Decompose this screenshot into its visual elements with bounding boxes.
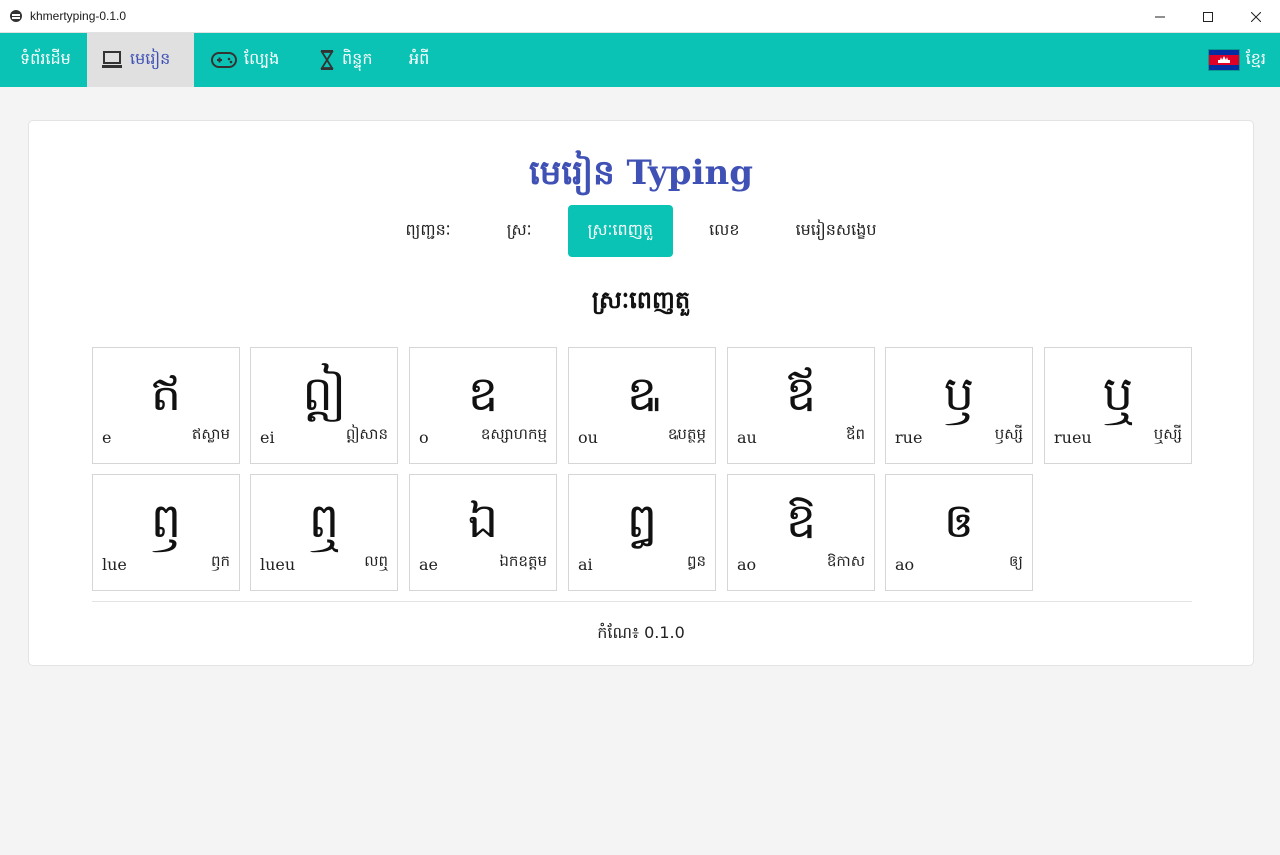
key-glyph: ឦ xyxy=(302,366,346,422)
key-card[interactable]: ឯ ae ឯកឧត្តម xyxy=(409,474,557,591)
key-roman: lue xyxy=(102,555,127,574)
key-card[interactable]: ឰ ai ឰន xyxy=(568,474,716,591)
key-glyph: ឫ xyxy=(943,366,975,422)
key-glyph: ឯ xyxy=(467,493,499,549)
key-example: ឭក xyxy=(210,552,230,570)
key-glyph: ឲ xyxy=(943,493,975,549)
tab-summary[interactable]: មេរៀនសង្ខេប xyxy=(776,205,897,257)
app-icon xyxy=(10,10,22,22)
key-example: ឫស្សី xyxy=(994,425,1023,443)
key-roman: ou xyxy=(578,428,598,447)
lesson-card: មេរៀន Typing ព្យញ្ជនៈ ស្រៈ ស្រៈពេញតួ លេខ… xyxy=(28,120,1254,666)
key-glyph: ឱ xyxy=(785,493,817,549)
key-glyph: ឮ xyxy=(308,493,340,549)
nav-about[interactable]: អំពី xyxy=(395,33,443,87)
key-example: ឬស្សី xyxy=(1153,425,1182,443)
key-roman: au xyxy=(737,428,757,447)
language-selector[interactable]: ខ្មែរ xyxy=(1207,33,1266,87)
key-card[interactable]: ឭ lue ឭក xyxy=(92,474,240,591)
nav-about-label: អំពី xyxy=(409,49,430,68)
key-glyph: ឥ xyxy=(150,366,182,422)
hourglass-icon xyxy=(320,50,334,70)
maximize-icon xyxy=(1203,11,1213,22)
laptop-icon xyxy=(102,51,122,68)
key-roman: lueu xyxy=(260,555,296,574)
section-title: ស្រៈពេញតួ xyxy=(591,286,691,314)
minimize-icon xyxy=(1155,16,1165,17)
lesson-tabs: ព្យញ្ជនៈ ស្រៈ ស្រៈពេញតួ លេខ មេរៀនសង្ខេប xyxy=(29,205,1253,257)
nav-scores-label: ពិន្ទុក xyxy=(342,49,373,68)
key-glyph: ឰ xyxy=(626,493,658,549)
key-glyph: ឬ xyxy=(1102,366,1134,422)
key-example: លឮ xyxy=(364,552,388,570)
tab-numbers[interactable]: លេខ xyxy=(689,205,759,257)
key-example: ឦសាន xyxy=(345,425,388,443)
minimize-button[interactable] xyxy=(1136,0,1184,33)
key-card[interactable]: ឧ o ឧស្សាហកម្ម xyxy=(409,347,557,464)
key-glyph: ឭ xyxy=(150,493,182,549)
key-roman: rueu xyxy=(1054,428,1092,447)
tab-independent-vowels[interactable]: ស្រៈពេញតួ xyxy=(567,205,674,257)
key-roman: ae xyxy=(419,555,439,574)
nav-games-label: ល្បែង xyxy=(244,49,280,68)
key-roman: ao xyxy=(895,555,915,574)
divider xyxy=(92,601,1192,602)
window-title: khmertyping-0.1.0 xyxy=(30,9,127,23)
key-example: ឯកឧត្តម xyxy=(499,552,547,570)
gamepad-icon xyxy=(211,52,237,68)
language-label: ខ្មែរ xyxy=(1245,49,1266,68)
key-example: ឰន xyxy=(686,552,706,570)
key-glyph: ឩ xyxy=(626,366,658,422)
key-roman: ei xyxy=(260,428,275,447)
version-label: កំណែ៖ 0.1.0 xyxy=(597,623,685,642)
key-glyph: ឪ xyxy=(785,366,817,422)
nav-home[interactable]: ទំព័រដើម xyxy=(6,33,85,87)
nav-scores[interactable]: ពិន្ទុក xyxy=(305,33,386,87)
nav-games[interactable]: ល្បែង xyxy=(197,33,293,87)
cambodia-flag-icon xyxy=(1207,49,1240,71)
page-title: មេរៀន Typing xyxy=(528,153,753,193)
key-card[interactable]: ឥ e ឥស្លាម xyxy=(92,347,240,464)
key-example: ឱកាស xyxy=(826,552,865,570)
key-glyph: ឧ xyxy=(467,366,499,422)
key-card[interactable]: ឫ rue ឫស្សី xyxy=(885,347,1033,464)
nav-lessons-label: មេរៀន xyxy=(130,49,171,68)
nav-home-label: ទំព័រដើម xyxy=(20,49,71,68)
key-example: ឩបត្ថម្ភ xyxy=(667,425,706,443)
key-example: ឧស្សាហកម្ម xyxy=(480,425,547,443)
key-card[interactable]: ឮ lueu លឮ xyxy=(250,474,398,591)
key-roman: ai xyxy=(578,555,593,574)
tab-consonants[interactable]: ព្យញ្ជនៈ xyxy=(385,205,470,257)
key-roman: ao xyxy=(737,555,757,574)
tab-vowels[interactable]: ស្រៈ xyxy=(487,205,552,257)
main-navbar: ទំព័រដើម មេរៀន ល្បែង ពិន្ទុក អំពី ខ្មែរ xyxy=(0,33,1280,87)
close-icon xyxy=(1251,11,1261,22)
key-card[interactable]: ឬ rueu ឬស្សី xyxy=(1044,347,1192,464)
key-card[interactable]: ឪ au ឪព xyxy=(727,347,875,464)
key-card[interactable]: ឩ ou ឩបត្ថម្ភ xyxy=(568,347,716,464)
key-card[interactable]: ឱ ao ឱកាស xyxy=(727,474,875,591)
key-roman: o xyxy=(419,428,429,447)
key-card[interactable]: ឦ ei ឦសាន xyxy=(250,347,398,464)
title-bar: khmertyping-0.1.0 xyxy=(0,0,1280,33)
close-button[interactable] xyxy=(1232,0,1280,33)
nav-lessons[interactable]: មេរៀន xyxy=(87,33,194,87)
maximize-button[interactable] xyxy=(1184,0,1232,33)
key-card[interactable]: ឲ ao ឲ្យ xyxy=(885,474,1033,591)
key-roman: rue xyxy=(895,428,923,447)
key-roman: e xyxy=(102,428,112,447)
key-example: ឥស្លាម xyxy=(191,425,230,443)
key-example: ឪព xyxy=(845,425,865,443)
key-example: ឲ្យ xyxy=(1009,552,1023,570)
